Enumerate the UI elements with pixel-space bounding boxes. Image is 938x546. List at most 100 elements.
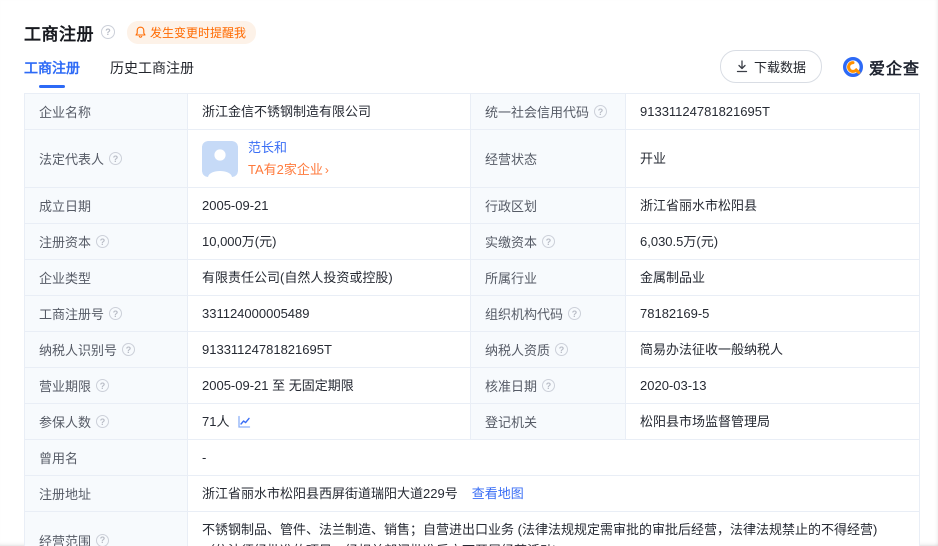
field-label-text: 工商注册号 <box>39 307 105 322</box>
avatar[interactable] <box>202 140 238 177</box>
help-icon[interactable] <box>96 235 110 248</box>
field-label-text: 曾用名 <box>39 451 79 466</box>
download-label: 下载数据 <box>753 60 806 75</box>
field-label: 登记机关 <box>471 404 626 440</box>
registration-info-table: 企业名称 浙江金信不锈钢制造有限公司 统一社会信用代码 913311247818216… <box>24 93 920 546</box>
field-value: 金属制品业 <box>626 260 920 296</box>
field-label-text: 注册地址 <box>39 487 92 502</box>
field-label-text: 参保人数 <box>39 415 92 430</box>
field-label: 核准日期 <box>471 368 626 404</box>
field-label: 企业类型 <box>25 260 188 296</box>
field-value-text: 浙江省丽水市松阳县 <box>640 198 758 213</box>
aiqicha-logo[interactable]: 爱企查 <box>842 55 920 79</box>
field-label: 曾用名 <box>25 440 188 476</box>
field-value: 不锈钢制品、管件、法兰制造、销售；自营进出口业务 (法律法规规定需审批的审批后经… <box>188 512 920 546</box>
field-value: 2005-09-21 <box>188 188 471 224</box>
field-label: 法定代表人 <box>25 130 188 188</box>
field-label-text: 经营范围 <box>39 533 92 546</box>
field-label-text: 核准日期 <box>485 379 538 394</box>
field-value-text: 简易办法征收一般纳税人 <box>640 342 784 357</box>
reminder-label: 发生变更时提醒我 <box>150 25 247 40</box>
header-actions: 下载数据 爱企查 <box>719 50 920 91</box>
field-label: 组织机构代码 <box>471 296 626 332</box>
help-icon[interactable] <box>555 343 569 356</box>
field-label-text: 企业类型 <box>39 271 92 286</box>
field-label: 统一社会信用代码 <box>471 94 626 130</box>
field-value-text: 不锈钢制品、管件、法兰制造、销售；自营进出口业务 (法律法规规定需审批的审批后经… <box>202 522 878 546</box>
field-value: 范长和 TA有2家企业 › <box>188 130 471 188</box>
field-value: - <box>188 440 920 476</box>
field-label-text: 统一社会信用代码 <box>485 105 590 120</box>
change-reminder-badge[interactable]: 发生变更时提醒我 <box>127 20 257 44</box>
aiqicha-logo-text: 爱企查 <box>868 60 920 78</box>
field-value-text: 78182169-5 <box>640 306 710 321</box>
field-label-text: 登记机关 <box>485 415 538 430</box>
field-value: 78182169-5 <box>626 296 920 332</box>
field-value: 2005-09-21 至 无固定期限 <box>188 368 471 404</box>
legal-rep-companies-link[interactable]: TA有2家企业 › <box>248 159 329 180</box>
field-label: 纳税人识别号 <box>25 332 188 368</box>
field-label-text: 注册资本 <box>39 235 92 250</box>
help-icon[interactable] <box>542 235 556 248</box>
legal-rep-name-link[interactable]: 范长和 <box>248 137 329 158</box>
help-icon[interactable] <box>109 307 123 320</box>
chevron-right-icon: › <box>324 162 329 177</box>
tab-history-registration[interactable]: 历史工商注册 <box>110 58 194 91</box>
field-value-text: 2005-09-21 至 无固定期限 <box>202 378 354 393</box>
help-icon[interactable] <box>101 25 115 39</box>
field-value: 71人 <box>188 404 471 440</box>
legal-rep-info: 范长和 TA有2家企业 › <box>248 137 329 180</box>
field-value-text: 金属制品业 <box>640 270 706 285</box>
field-value-text: 10,000万(元) <box>202 234 277 249</box>
field-value: 松阳县市场监督管理局 <box>626 404 920 440</box>
field-label-text: 法定代表人 <box>39 152 105 167</box>
tabs-row: 工商注册 历史工商注册 下载数据 爱企查 <box>24 50 920 91</box>
field-label: 成立日期 <box>25 188 188 224</box>
field-value: 10,000万(元) <box>188 224 471 260</box>
field-value-text: 松阳县市场监督管理局 <box>640 414 771 429</box>
tab-business-registration[interactable]: 工商注册 <box>24 58 80 91</box>
view-map-link[interactable]: 查看地图 <box>472 483 524 504</box>
insured-count-text: 71人 <box>202 414 230 429</box>
field-label-text: 所属行业 <box>485 271 538 286</box>
help-icon[interactable] <box>122 343 136 356</box>
field-label-text: 纳税人资质 <box>485 343 551 358</box>
field-value-text: 91331124781821695T <box>640 104 770 119</box>
field-label-text: 实缴资本 <box>485 235 538 250</box>
field-value-text: 开业 <box>640 151 667 166</box>
field-value-text: 2005-09-21 <box>202 198 269 213</box>
field-value-text: - <box>202 450 207 465</box>
field-value-text: 6,030.5万(元) <box>640 234 719 249</box>
field-value-text: 91331124781821695T <box>202 342 332 357</box>
field-value: 有限责任公司(自然人投资或控股) <box>188 260 471 296</box>
aiqicha-logo-icon <box>842 56 863 77</box>
help-icon[interactable] <box>109 152 123 165</box>
legal-rep-companies-text: TA有2家企业 <box>248 162 323 177</box>
field-label-text: 企业名称 <box>39 105 92 120</box>
download-icon <box>736 60 748 73</box>
address-text: 浙江省丽水市松阳县西屏街道瑞阳大道229号 <box>202 486 458 501</box>
field-label-text: 营业期限 <box>39 379 92 394</box>
field-value-text: 浙江金信不锈钢制造有限公司 <box>202 104 372 119</box>
field-value: 浙江省丽水市松阳县西屏街道瑞阳大道229号 查看地图 <box>188 476 920 512</box>
field-label: 经营范围 <box>25 512 188 546</box>
download-data-button[interactable]: 下载数据 <box>719 50 822 83</box>
field-label: 工商注册号 <box>25 296 188 332</box>
help-icon[interactable] <box>96 533 110 546</box>
field-label: 参保人数 <box>25 404 188 440</box>
field-label: 经营状态 <box>471 130 626 188</box>
help-icon[interactable] <box>96 415 110 428</box>
help-icon[interactable] <box>568 307 582 320</box>
field-label-text: 成立日期 <box>39 199 92 214</box>
help-icon[interactable] <box>542 379 556 392</box>
field-label: 实缴资本 <box>471 224 626 260</box>
help-icon[interactable] <box>96 379 110 392</box>
field-label: 注册资本 <box>25 224 188 260</box>
field-label-text: 组织机构代码 <box>485 307 564 322</box>
trend-chart-icon[interactable] <box>237 415 251 429</box>
field-label: 行政区划 <box>471 188 626 224</box>
panel-header: 工商注册 发生变更时提醒我 工商注册 历史工商注册 <box>0 0 938 91</box>
help-icon[interactable] <box>594 105 608 118</box>
field-label: 所属行业 <box>471 260 626 296</box>
field-value: 2020-03-13 <box>626 368 920 404</box>
